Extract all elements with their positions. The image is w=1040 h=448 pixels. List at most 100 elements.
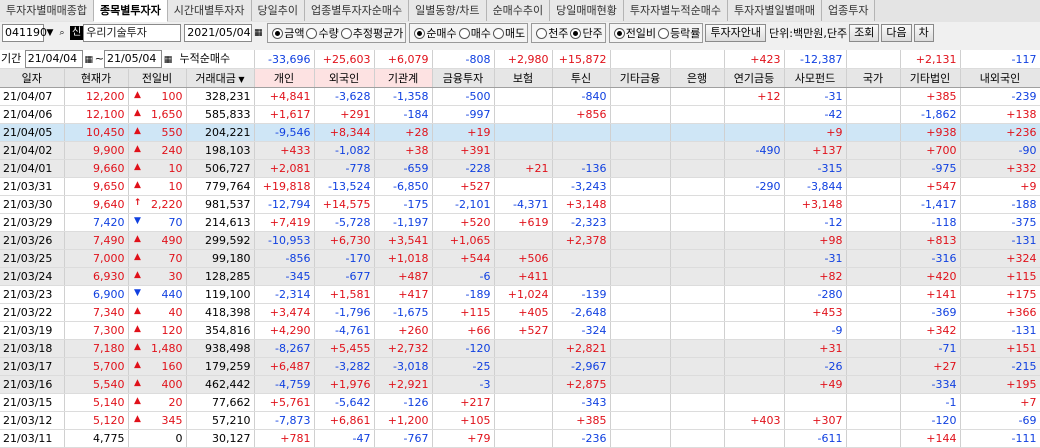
tab-6[interactable]: 순매수추이 [486, 0, 551, 21]
radio-quantity[interactable]: 수량 [306, 25, 339, 41]
tab-7[interactable]: 당일매매현황 [550, 0, 624, 21]
sort-arrow-icon[interactable]: ▼ [236, 75, 244, 84]
radio-net-buy[interactable]: 순매수 [414, 25, 457, 41]
tab-0[interactable]: 투자자별매매종합 [0, 0, 94, 21]
calendar-icon[interactable]: ▦ [162, 54, 174, 66]
table-row[interactable]: 21/04/01 9,660 ▲ 10 506,727 +2,081 -778 -659 -22… [0, 159, 1040, 178]
tab-9[interactable]: 투자자별일별매매 [728, 0, 822, 21]
investor-value-cell [724, 429, 785, 448]
column-header-label: 거래대금 [195, 72, 236, 85]
investor-value-cell: +1,200 [374, 411, 433, 430]
investor-value-cell: +19,818 [254, 177, 315, 196]
tab-2[interactable]: 시간대별투자자 [167, 0, 252, 21]
column-header[interactable]: 투신 [552, 68, 611, 88]
investor-value-cell: +3,148 [784, 195, 847, 214]
column-header[interactable]: 금융투자 [432, 68, 495, 88]
table-row[interactable]: 21/03/26 7,490 ▲ 490 299,592 -10,953 +6,730 +3,… [0, 231, 1040, 250]
table-row[interactable]: 21/03/12 5,120 ▲ 345 57,210 -7,873 +6,861 +1,20… [0, 411, 1040, 430]
search-button[interactable]: 조회 [849, 24, 880, 42]
chart-button[interactable]: 차 [913, 24, 934, 42]
column-header[interactable]: 기타금융 [610, 68, 671, 88]
search-icon[interactable]: ⌕ [56, 27, 68, 39]
investor-value-cell [670, 375, 725, 394]
tab-10[interactable]: 업종투자 [821, 0, 876, 21]
radio-single-shares[interactable]: 단주 [570, 25, 603, 41]
change-cell: ▲ 100 [128, 87, 187, 106]
column-header[interactable]: 일자 [0, 68, 65, 88]
radio-avg-price[interactable]: 추정평균가 [340, 25, 403, 41]
table-row[interactable]: 21/03/15 5,140 ▲ 20 77,662 +5,761 -5,642 -126 +2… [0, 393, 1040, 412]
table-row[interactable]: 21/03/30 9,640 ↑ 2,220 981,537 -12,794 +14,575… [0, 195, 1040, 214]
investor-value-cell [846, 141, 901, 160]
calendar-icon[interactable]: ▦ [252, 27, 264, 39]
investor-value-cell [846, 303, 901, 322]
column-header[interactable]: 사모펀드 [784, 68, 847, 88]
investor-value-cell: +2,875 [552, 375, 611, 394]
column-header[interactable]: 현재가 [64, 68, 129, 88]
radio-prev-day[interactable]: 전일비 [613, 25, 656, 41]
radio-amount[interactable]: 금액 [272, 25, 304, 41]
stock-code-input[interactable]: 041190 [2, 24, 47, 42]
up-triangle-icon: ▲ [134, 252, 141, 262]
column-header-label: 국가 [862, 72, 884, 85]
radio-change-rate[interactable]: 등락률 [658, 25, 700, 41]
calendar-icon[interactable]: ▦ [83, 54, 95, 66]
investor-value-cell: -131 [960, 231, 1040, 250]
dropdown-arrow-icon[interactable]: ▼ [44, 27, 56, 39]
table-row[interactable]: 21/03/19 7,300 ▲ 120 354,816 +4,290 -4,761 +260… [0, 321, 1040, 340]
column-header[interactable]: 개인 [254, 68, 315, 88]
unit-label: 단위:백만원,단주 [769, 27, 848, 40]
investor-value-cell: +141 [900, 285, 961, 304]
table-row[interactable]: 21/03/22 7,340 ▲ 40 418,398 +3,474 -1,796 -1,67… [0, 303, 1040, 322]
period-to-input[interactable]: 21/05/04 [103, 50, 162, 68]
date-input[interactable]: 2021/05/04 [184, 24, 253, 42]
table-row[interactable]: 21/04/07 12,200 ▲ 100 328,231 +4,841 -3,628 -1,… [0, 87, 1040, 106]
radio-buy[interactable]: 매수 [458, 25, 491, 41]
date-cell: 21/03/12 [0, 411, 65, 430]
column-header[interactable]: 은행 [670, 68, 725, 88]
table-row[interactable]: 21/04/06 12,100 ▲ 1,650 585,833 +1,617 +291 -18… [0, 105, 1040, 124]
table-row[interactable]: 21/04/05 10,450 ▲ 550 204,221 -9,546 +8,344 +28… [0, 123, 1040, 142]
table-row[interactable]: 21/04/02 9,900 ▲ 240 198,103 +433 -1,082 +38 +39… [0, 141, 1040, 160]
column-header[interactable]: 거래대금 ▼ [186, 68, 255, 88]
investor-value-cell: -3,282 [314, 357, 375, 376]
table-row[interactable]: 21/03/29 7,420 ▼ 70 214,613 +7,419 -5,728 -1,19… [0, 213, 1040, 232]
tab-3[interactable]: 당일추이 [251, 0, 306, 21]
table-row[interactable]: 21/03/31 9,650 ▲ 10 779,764 +19,818 -13,524 -6,… [0, 177, 1040, 196]
date-cell: 21/03/22 [0, 303, 65, 322]
up-triangle-icon: ▲ [134, 270, 141, 280]
date-cell: 21/04/07 [0, 87, 65, 106]
investor-value-cell [494, 123, 553, 142]
next-button[interactable]: 다음 [881, 24, 912, 42]
tab-5[interactable]: 일별동향/차트 [409, 0, 487, 21]
column-header[interactable]: 기타법인 [900, 68, 961, 88]
tab-1[interactable]: 종목별투자자 [93, 0, 168, 22]
table-row[interactable]: 21/03/25 7,000 ▲ 70 99,180 -856 -170 +1,018 +544… [0, 249, 1040, 268]
tab-8[interactable]: 투자자별누적순매수 [623, 0, 728, 21]
table-row[interactable]: 21/03/16 5,540 ▲ 400 462,442 -4,759 +1,976 +2,9… [0, 375, 1040, 394]
column-header[interactable]: 외국인 [314, 68, 375, 88]
investor-value-cell: +2,732 [374, 339, 433, 358]
table-row[interactable]: 21/03/24 6,930 ▲ 30 128,285 -345 -677 +487 -6 +41… [0, 267, 1040, 286]
investor-value-cell [724, 159, 785, 178]
period-from-input[interactable]: 21/04/04 [24, 50, 83, 68]
date-cell: 21/03/19 [0, 321, 65, 340]
column-header[interactable]: 기관계 [374, 68, 433, 88]
tab-4[interactable]: 업종별투자자순매수 [305, 0, 410, 21]
table-row[interactable]: 21/03/23 6,900 ▼ 440 119,100 -2,314 +1,581 +417… [0, 285, 1040, 304]
column-header[interactable]: 연기금등 [724, 68, 785, 88]
table-row[interactable]: 21/03/11 4,775 0 30,127 +781 -47 -767 +79 -236 -6… [0, 429, 1040, 448]
table-row[interactable]: 21/03/18 7,180 ▲ 1,480 938,498 -8,267 +5,455 +2… [0, 339, 1040, 358]
column-header-label: 기타금융 [619, 72, 661, 85]
column-header[interactable]: 국가 [846, 68, 901, 88]
table-row[interactable]: 21/03/17 5,700 ▲ 160 179,259 +6,487 -3,282 -3,0… [0, 357, 1040, 376]
price-cell: 7,000 [64, 249, 129, 268]
column-header[interactable]: 전일비 [128, 68, 187, 88]
column-header[interactable]: 보험 [494, 68, 553, 88]
investor-value-cell [552, 141, 611, 160]
radio-sell[interactable]: 매도 [492, 25, 525, 41]
radio-thousand-shares[interactable]: 천주 [536, 25, 568, 41]
investor-guide-button[interactable]: 투자자안내 [705, 24, 767, 42]
column-header[interactable]: 내외국인 [960, 68, 1040, 88]
price-cell: 9,640 [64, 195, 129, 214]
